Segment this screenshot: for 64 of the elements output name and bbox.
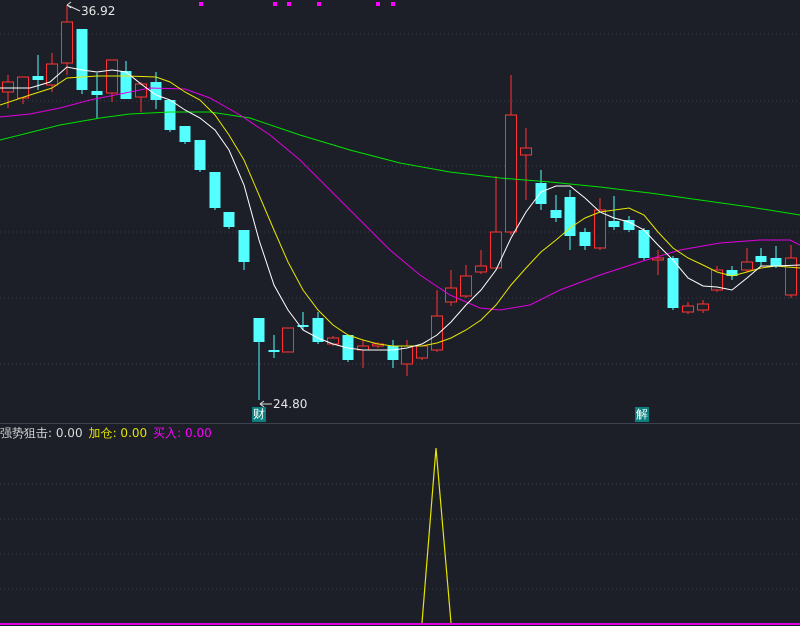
signal-marker <box>317 2 321 6</box>
signal-marker <box>287 2 291 6</box>
candlestick <box>416 346 428 360</box>
candlestick <box>652 250 664 276</box>
candlestick <box>106 60 118 102</box>
candlestick <box>682 302 694 314</box>
signal-marker <box>273 2 277 6</box>
indicator-value: 买入: 0.00 <box>153 426 212 440</box>
event-marker: 财 <box>252 407 266 422</box>
candlestick <box>327 336 339 346</box>
candlestick <box>210 172 220 210</box>
candlestick <box>120 60 132 100</box>
candlestick <box>770 246 782 268</box>
leader-line <box>66 2 80 12</box>
leader-line <box>260 400 272 408</box>
candlestick <box>46 52 58 92</box>
candlestick <box>594 198 606 250</box>
low-price-label: 24.80 <box>273 397 308 411</box>
candlestick <box>388 340 398 368</box>
candlestick <box>726 266 738 280</box>
candlestick <box>224 212 234 230</box>
candlestick <box>298 312 308 330</box>
indicator-value: 加仓: 0.00 <box>88 426 148 440</box>
candlestick <box>32 54 44 90</box>
candlestick <box>580 228 590 250</box>
high-price-label: 36.92 <box>81 4 116 18</box>
candlestick <box>150 72 162 110</box>
candlestick <box>550 194 562 222</box>
candlestick <box>697 300 709 314</box>
candlestick <box>741 248 753 272</box>
signal-marker <box>391 2 395 6</box>
candlestick <box>164 100 176 132</box>
signal-marker <box>376 2 380 6</box>
event-marker: 解 <box>635 407 649 422</box>
candlestick <box>372 342 384 348</box>
candlestick <box>282 328 294 352</box>
candlestick <box>238 230 250 270</box>
candlestick <box>564 190 576 250</box>
candlestick <box>180 126 190 144</box>
candlestick <box>711 266 723 292</box>
signal-marker <box>199 2 203 6</box>
candlestick <box>608 196 620 230</box>
candlestick <box>445 270 457 306</box>
candlestick <box>135 82 147 112</box>
candlestick <box>17 76 29 104</box>
candlestick <box>342 334 354 362</box>
candlestick <box>785 244 797 298</box>
candlestick <box>638 228 650 260</box>
candlestick <box>357 340 369 368</box>
indicator-value: 强势狙击: 0.00 <box>0 426 83 440</box>
candlestick <box>756 248 766 266</box>
candlestick <box>312 312 324 344</box>
candlestick <box>401 340 413 376</box>
candlestick <box>61 4 73 76</box>
candlestick <box>431 290 443 352</box>
candlestick <box>475 250 487 274</box>
candlestick <box>460 264 472 298</box>
candlestick <box>668 256 678 310</box>
candlestick <box>268 334 280 358</box>
candlestick <box>92 72 102 118</box>
candlestick <box>624 216 634 232</box>
candlestick <box>536 170 546 210</box>
candlestick <box>76 28 88 94</box>
candlestick <box>194 140 206 172</box>
